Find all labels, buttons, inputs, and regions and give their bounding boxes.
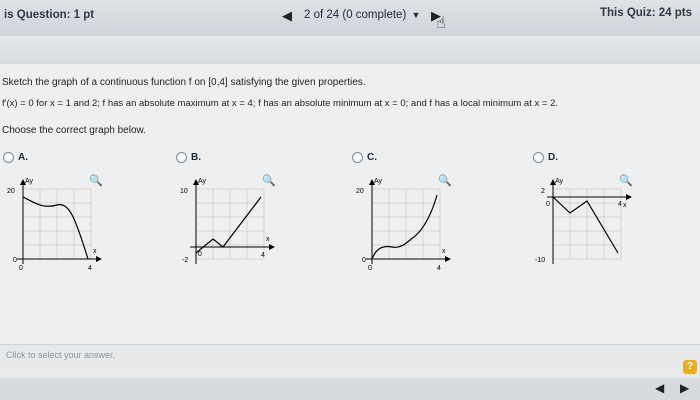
y-tick-bottom: 0 [13,257,17,264]
hand-cursor-icon: ☝ [436,15,446,32]
magnify-icon[interactable]: 🔍 [438,174,452,187]
x-tick-left: 0 [368,265,372,272]
choice-c[interactable]: C. Ay x 20 0 0 4 🔍 [352,152,502,277]
help-button[interactable]: ? [683,360,697,374]
question-status-text: 2 of 24 (0 complete) [304,9,407,21]
magnify-icon[interactable]: 🔍 [262,174,276,187]
question-instruction: Choose the correct graph below. [2,125,146,136]
quiz-points: This Quiz: 24 pts [599,7,692,19]
y-tick-bottom: -2 [182,257,188,264]
question-selector[interactable]: 2 of 24 (0 complete) ▼ [304,9,420,21]
x-tick-left: 0 [19,265,23,272]
choice-b[interactable]: B. Ay x 10 -2 0 4 🔍 [176,152,326,277]
chevron-down-icon: ▼ [411,10,421,20]
choice-letter: A. [18,152,28,163]
y-axis-label: Ay [198,178,207,185]
choice-letter: C. [367,152,377,163]
radio-button[interactable] [352,152,363,163]
next-arrow-icon[interactable]: ▶ [680,381,689,395]
choice-letter: D. [548,152,558,163]
y-tick-bottom: 0 [362,257,366,264]
question-points: is Question: 1 pt [4,9,95,21]
question-content: Sketch the graph of a continuous functio… [0,64,700,364]
radio-button[interactable] [176,152,187,163]
y-tick-top: 20 [356,188,364,195]
choice-letter: B. [191,152,201,163]
x-tick-right: 4 [88,265,92,272]
magnify-icon[interactable]: 🔍 [89,174,103,187]
x-tick-left: 0 [546,201,550,208]
top-bar: is Question: 1 pt ◀ 2 of 24 (0 complete)… [0,0,700,37]
y-axis-label: Ay [25,178,34,185]
prev-question-icon[interactable]: ◀ [282,8,292,24]
radio-button[interactable] [533,152,544,163]
bottom-bar [0,378,700,400]
choice-d[interactable]: D. Ay x 2 -10 0 4 🔍 [533,152,683,277]
choice-b-radio-row[interactable]: B. [176,152,326,163]
answer-placeholder: Click to select your answer. [6,350,116,360]
y-axis-label: Ay [374,178,383,185]
y-tick-top: 10 [180,188,188,195]
x-axis-label: x [623,202,627,209]
x-tick-right: 4 [261,252,265,259]
y-tick-top: 20 [7,188,15,195]
x-axis-label: x [266,236,270,243]
prev-arrow-icon[interactable]: ◀ [655,381,664,395]
magnify-icon[interactable]: 🔍 [619,174,633,187]
y-axis-label: Ay [555,178,564,185]
x-tick-right: 4 [618,201,622,208]
x-axis-label: x [442,248,446,255]
answer-field[interactable]: Click to select your answer. [0,344,700,367]
choice-d-radio-row[interactable]: D. [533,152,683,163]
x-tick-left: 0 [198,251,202,258]
y-tick-top: 2 [541,188,545,195]
x-axis-label: x [93,248,97,255]
choice-a-radio-row[interactable]: A. [3,152,153,163]
x-tick-right: 4 [437,265,441,272]
y-tick-bottom: -10 [535,257,545,264]
radio-button[interactable] [3,152,14,163]
question-prompt: Sketch the graph of a continuous functio… [2,77,366,88]
question-band [0,36,700,65]
choice-c-radio-row[interactable]: C. [352,152,502,163]
choice-a[interactable]: A. Ay x 20 0 0 4 🔍 [3,152,153,277]
question-properties: f'(x) = 0 for x = 1 and 2; f has an abso… [2,98,558,109]
